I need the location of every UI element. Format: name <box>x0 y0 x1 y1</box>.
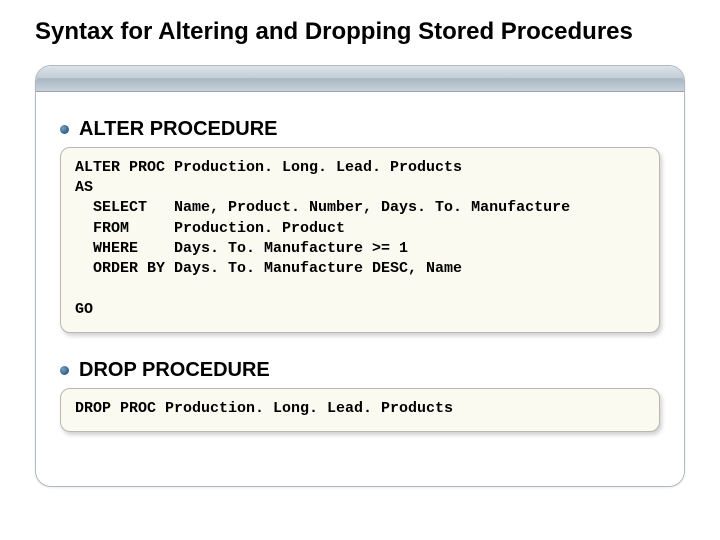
section-title-alter: ALTER PROCEDURE <box>79 118 278 141</box>
panel-title-bar <box>36 66 684 92</box>
code-box-drop: DROP PROC Production. Long. Lead. Produc… <box>60 388 660 432</box>
content-panel: ALTER PROCEDURE ALTER PROC Production. L… <box>35 65 685 487</box>
bullet-icon <box>60 366 69 375</box>
section-head-alter: ALTER PROCEDURE <box>60 118 660 141</box>
code-box-alter: ALTER PROC Production. Long. Lead. Produ… <box>60 147 660 333</box>
bullet-icon <box>60 125 69 134</box>
section-head-drop: DROP PROCEDURE <box>60 359 660 382</box>
section-title-drop: DROP PROCEDURE <box>79 359 270 382</box>
page-title: Syntax for Altering and Dropping Stored … <box>35 18 685 47</box>
panel-body: ALTER PROCEDURE ALTER PROC Production. L… <box>36 92 684 432</box>
